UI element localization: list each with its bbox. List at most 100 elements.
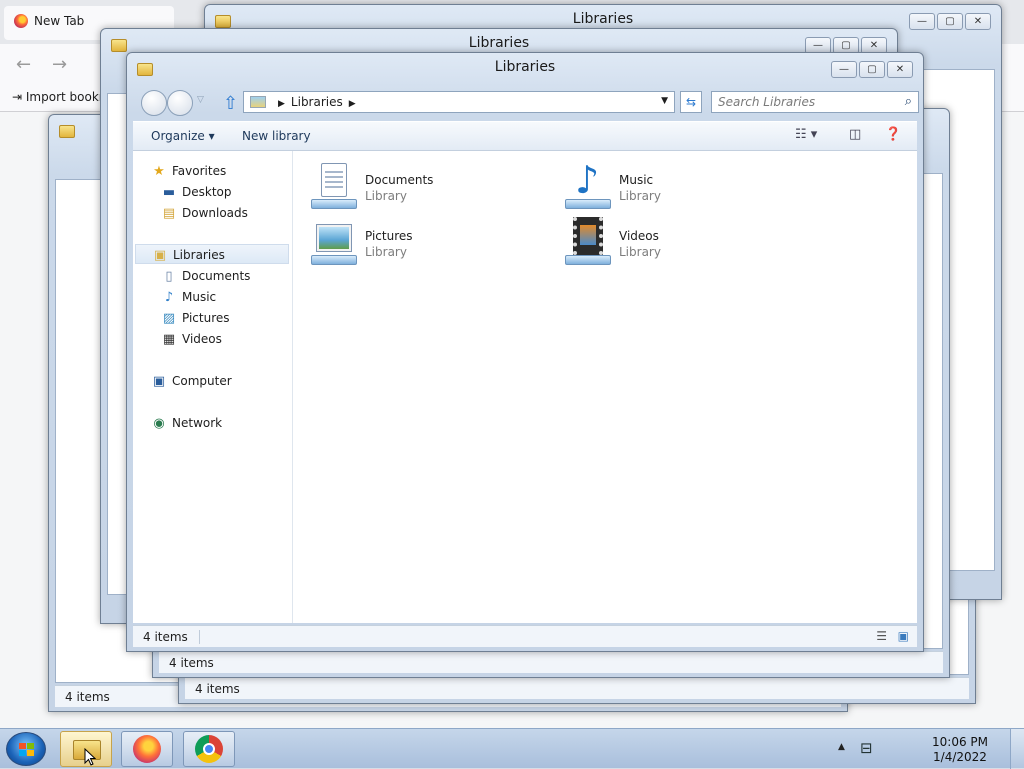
- libraries-folder-icon: [250, 96, 266, 108]
- status-item-count: 4 items: [65, 690, 110, 704]
- library-item-documents[interactable]: Documents Library: [293, 157, 523, 209]
- window-title: Libraries: [572, 11, 634, 27]
- libraries-window: Libraries — ▢ ✕ ▽ ⇧ ▶ Libraries ▶ ▼ ⇆ Sear…: [126, 52, 924, 652]
- window-controls: — ▢ ✕: [909, 13, 991, 31]
- back-button[interactable]: [141, 90, 167, 116]
- system-tray: ▲ ⊟ 10:06 PM 1/4/2022: [834, 733, 994, 765]
- clock[interactable]: 10:06 PM 1/4/2022: [932, 735, 988, 765]
- maximize-button[interactable]: ▢: [937, 13, 963, 30]
- back-arrow-icon[interactable]: ←: [16, 54, 31, 75]
- nav-favorites[interactable]: ★ Favorites: [151, 161, 226, 181]
- close-button[interactable]: ✕: [965, 13, 991, 30]
- library-type: Library: [619, 189, 661, 203]
- clock-time: 10:06 PM: [932, 735, 988, 749]
- star-icon: ★: [153, 164, 165, 179]
- up-arrow-icon[interactable]: ⇧: [223, 93, 238, 114]
- help-icon[interactable]: ❓: [885, 127, 901, 142]
- downloads-icon: ▤: [162, 206, 176, 221]
- search-icon[interactable]: ⌕: [905, 94, 912, 109]
- breadcrumb-arrow-icon[interactable]: ▶: [349, 99, 356, 109]
- libraries-icon: ▣: [153, 248, 167, 263]
- library-name: Videos: [619, 229, 659, 243]
- library-type: Library: [365, 189, 407, 203]
- computer-icon: ▣: [152, 374, 166, 389]
- status-bar: 4 items ☰ ▣: [133, 625, 917, 647]
- windows-logo-icon: [19, 743, 35, 757]
- library-type: Library: [619, 245, 661, 259]
- browser-tab-title: New Tab: [34, 14, 85, 28]
- network-status-icon[interactable]: ⊟: [860, 739, 873, 757]
- music-library-icon: ♪: [565, 161, 611, 209]
- minimize-button[interactable]: —: [909, 13, 935, 30]
- content-area: ★ Favorites ▬ Desktop ▤ Downloads ▣ Librarie…: [133, 151, 917, 623]
- navigation-pane: ★ Favorites ▬ Desktop ▤ Downloads ▣ Librarie…: [133, 151, 293, 623]
- library-name: Pictures: [365, 229, 413, 243]
- status-item-count: 4 items: [143, 630, 188, 644]
- library-name: Music: [619, 173, 654, 187]
- library-item-videos[interactable]: Videos Library: [547, 213, 777, 265]
- search-input[interactable]: Search Libraries ⌕: [711, 91, 919, 113]
- folder-icon: [59, 125, 75, 138]
- nav-desktop[interactable]: ▬ Desktop: [161, 182, 232, 202]
- refresh-button[interactable]: ⇆: [680, 91, 702, 113]
- library-type: Library: [365, 245, 407, 259]
- mouse-cursor-icon: [84, 748, 96, 766]
- nav-pictures[interactable]: ▨ Pictures: [161, 308, 230, 328]
- search-placeholder: Search Libraries: [718, 95, 816, 109]
- library-name: Documents: [365, 173, 434, 187]
- clock-date: 1/4/2022: [933, 750, 987, 764]
- firefox-icon: [14, 14, 28, 28]
- recent-pages-chevron-icon[interactable]: ▽: [197, 95, 204, 105]
- status-item-count: 4 items: [169, 656, 214, 670]
- music-note-icon: ♪: [164, 290, 174, 305]
- import-icon: ⇥: [12, 90, 23, 104]
- videos-library-icon: [565, 217, 611, 265]
- command-bar: Organize ▾ New library ☷ ▾ ◫ ❓: [133, 121, 917, 151]
- status-item-count: 4 items: [195, 682, 240, 696]
- address-dropdown-icon[interactable]: ▼: [661, 96, 668, 106]
- film-strip-icon: ▦: [162, 332, 176, 347]
- new-library-button[interactable]: New library: [242, 129, 311, 143]
- window-controls: — ▢ ✕: [831, 61, 913, 79]
- document-icon: ▯: [165, 269, 173, 284]
- address-bar[interactable]: ▶ Libraries ▶ ▼: [243, 91, 675, 113]
- library-item-pictures[interactable]: Pictures Library: [293, 213, 523, 265]
- large-icons-view-icon[interactable]: ▣: [898, 629, 909, 643]
- window-title: Libraries: [468, 35, 530, 51]
- firefox-icon: [133, 735, 161, 763]
- forward-arrow-icon[interactable]: →: [52, 54, 67, 75]
- organize-button[interactable]: Organize ▾: [151, 129, 215, 143]
- nav-documents[interactable]: ▯ Documents: [161, 266, 250, 286]
- show-hidden-icons-icon[interactable]: ▲: [838, 742, 845, 752]
- preview-pane-icon[interactable]: ◫: [849, 127, 861, 142]
- pictures-library-icon: [311, 219, 357, 265]
- view-options-icon[interactable]: ☷ ▾: [795, 127, 817, 142]
- details-view-icon[interactable]: ☰: [876, 629, 887, 643]
- library-tiles: Documents Library ♪ Music Library Pictur…: [293, 151, 917, 623]
- taskbar-chrome-button[interactable]: [183, 731, 235, 767]
- maximize-button[interactable]: ▢: [859, 61, 885, 78]
- documents-library-icon: [311, 163, 357, 209]
- chrome-icon: [195, 735, 223, 763]
- nav-downloads[interactable]: ▤ Downloads: [161, 203, 248, 223]
- network-icon: ◉: [153, 416, 165, 431]
- show-desktop-button[interactable]: [1010, 729, 1024, 769]
- minimize-button[interactable]: —: [831, 61, 857, 78]
- nav-computer[interactable]: ▣ Computer: [151, 371, 232, 391]
- start-button[interactable]: [6, 732, 46, 766]
- pictures-icon: ▨: [162, 311, 176, 326]
- desktop-icon: ▬: [162, 185, 176, 200]
- taskbar-firefox-button[interactable]: [121, 731, 173, 767]
- breadcrumb-arrow-icon[interactable]: ▶: [278, 99, 285, 109]
- forward-button[interactable]: [167, 90, 193, 116]
- close-button[interactable]: ✕: [887, 61, 913, 78]
- navigation-bar: ▽ ⇧ ▶ Libraries ▶ ▼ ⇆ Search Libraries ⌕: [133, 89, 919, 117]
- nav-music[interactable]: ♪ Music: [161, 287, 216, 307]
- nav-videos[interactable]: ▦ Videos: [161, 329, 222, 349]
- nav-libraries[interactable]: ▣ Libraries: [135, 244, 289, 264]
- breadcrumb-libraries[interactable]: Libraries: [291, 95, 343, 109]
- nav-network[interactable]: ◉ Network: [151, 413, 222, 433]
- library-item-music[interactable]: ♪ Music Library: [547, 157, 777, 209]
- window-title: Libraries: [494, 59, 556, 75]
- taskbar: ▲ ⊟ 10:06 PM 1/4/2022: [0, 728, 1024, 769]
